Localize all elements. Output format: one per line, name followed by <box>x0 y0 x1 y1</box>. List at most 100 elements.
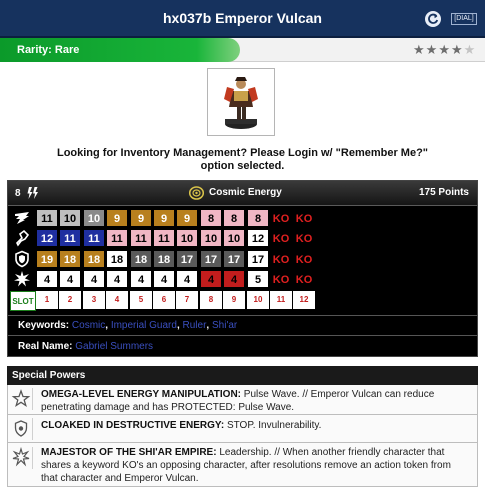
speed-wing-icon <box>13 209 31 227</box>
dial-card: 8 Cosmic Energy 175 Points SLOT 11 12 19… <box>7 180 478 357</box>
dial-click-column: 11 12 19 4 1 <box>36 209 59 309</box>
keyword-link-ruler[interactable]: Ruler <box>183 320 207 331</box>
keywords-row: Keywords: Cosmic, Imperial Guard, Ruler,… <box>8 315 477 335</box>
power-description: OMEGA-LEVEL ENERGY MANIPULATION: Pulse W… <box>41 388 469 414</box>
dial-value: KO <box>293 270 315 288</box>
dial-value: 10 <box>83 209 105 227</box>
dial-value: 4 <box>176 270 198 288</box>
dial-value: 18 <box>106 250 128 268</box>
dial-value: 4 <box>153 270 175 288</box>
cosmic-energy-icon <box>188 186 205 200</box>
real-name-row: Real Name: Gabriel Summers <box>8 335 477 356</box>
slot-number: 12 <box>293 291 315 309</box>
power-name: MAJESTOR OF THE SHI'AR EMPIRE: <box>41 447 217 458</box>
dial-value: 4 <box>130 270 152 288</box>
dial-value: 9 <box>153 209 175 227</box>
dial-click-column: 8 10 17 4 9 <box>223 209 246 309</box>
card-header: 8 Cosmic Energy 175 Points <box>8 181 477 206</box>
dial-value: 11 <box>83 229 105 247</box>
dial-value: KO <box>293 229 315 247</box>
star-icon: ★ <box>438 42 451 57</box>
title-bar: hx037b Emperor Vulcan [DIAL] <box>0 0 485 38</box>
burst-icon <box>11 446 33 469</box>
star-icon <box>11 388 33 410</box>
dial-value: 10 <box>200 229 222 247</box>
dial-value: 18 <box>130 250 152 268</box>
slot-number: 1 <box>36 291 58 309</box>
slot-label: SLOT <box>10 291 36 311</box>
dial-value: 17 <box>176 250 198 268</box>
attack-fist-icon <box>13 229 31 247</box>
dial-value: 18 <box>59 250 81 268</box>
dial-click-column: 8 10 17 4 8 <box>200 209 223 309</box>
shield-icon <box>11 418 33 440</box>
dial-value: 12 <box>247 229 269 247</box>
dial-value: 4 <box>106 270 128 288</box>
keyword-link-cosmic[interactable]: Cosmic <box>72 320 105 331</box>
dial-value: 8 <box>223 209 245 227</box>
star-icon: ★ <box>413 42 426 57</box>
dial-value: 5 <box>247 270 269 288</box>
team-name: Cosmic Energy <box>209 187 282 198</box>
dial-click-column: KO KO KO KO 11 <box>270 209 293 309</box>
rarity-label: Rarity: Rare <box>17 44 80 56</box>
dial-value: 10 <box>176 229 198 247</box>
dial-value: KO <box>293 250 315 268</box>
defense-shield-icon <box>13 250 31 268</box>
dial-value: 18 <box>153 250 175 268</box>
rarity-row: Rarity: Rare ★★★★★ <box>0 38 485 62</box>
dial-value: 17 <box>247 250 269 268</box>
page-title: hx037b Emperor Vulcan <box>163 10 322 26</box>
power-text: STOP. Invulnerability. <box>224 420 322 431</box>
power-row: OMEGA-LEVEL ENERGY MANIPULATION: Pulse W… <box>7 385 478 415</box>
power-row: CLOAKED IN DESTRUCTIVE ENERGY: STOP. Inv… <box>7 415 478 443</box>
figure-thumbnail[interactable] <box>207 68 275 136</box>
login-message: Looking for Inventory Management? Please… <box>56 147 429 172</box>
dial-value: 11 <box>153 229 175 247</box>
rating-stars: ★★★★★ <box>413 42 476 58</box>
keyword-link-imperial-guard[interactable]: Imperial Guard <box>111 320 177 331</box>
star-icon: ★ <box>450 42 464 57</box>
special-powers-header: Special Powers <box>7 366 478 385</box>
dial-value: 9 <box>176 209 198 227</box>
dial-value: 8 <box>247 209 269 227</box>
dial-value: KO <box>270 250 292 268</box>
dial-value: 10 <box>59 209 81 227</box>
refresh-icon[interactable] <box>425 11 441 27</box>
double-bolt-icon <box>26 186 40 200</box>
dial-value: 9 <box>106 209 128 227</box>
dial-click-column: 10 11 18 4 3 <box>83 209 106 309</box>
power-row: MAJESTOR OF THE SHI'AR EMPIRE: Leadershi… <box>7 443 478 487</box>
power-description: MAJESTOR OF THE SHI'AR EMPIRE: Leadershi… <box>41 446 469 485</box>
dial-value: 12 <box>36 229 58 247</box>
power-name: CLOAKED IN DESTRUCTIVE ENERGY: <box>41 420 225 431</box>
dial-value: 4 <box>200 270 222 288</box>
slot-number: 5 <box>130 291 152 309</box>
dial-value: 17 <box>223 250 245 268</box>
slot-number: 10 <box>247 291 269 309</box>
slot-number: 3 <box>83 291 105 309</box>
dial-value: 11 <box>130 229 152 247</box>
dial-click-column: 9 11 18 4 4 <box>106 209 129 309</box>
slot-number: 9 <box>223 291 245 309</box>
dial-click-column: 10 11 18 4 2 <box>59 209 82 309</box>
slot-number: 8 <box>200 291 222 309</box>
dial-click-column: KO KO KO KO 12 <box>293 209 316 309</box>
point-value: 175 Points <box>418 187 469 198</box>
dial-value: 10 <box>223 229 245 247</box>
dial-click-column: 9 11 18 4 6 <box>153 209 176 309</box>
slot-number: 6 <box>153 291 175 309</box>
dial-value: 11 <box>59 229 81 247</box>
star-icon: ★ <box>425 42 439 57</box>
dial-click-column: 9 10 17 4 7 <box>176 209 199 309</box>
power-name: OMEGA-LEVEL ENERGY MANIPULATION: <box>41 389 242 400</box>
dial-value: 4 <box>36 270 58 288</box>
dial-value: 4 <box>223 270 245 288</box>
dial-value: 19 <box>36 250 58 268</box>
dial-value: 8 <box>200 209 222 227</box>
keyword-link-shiar[interactable]: Shi'ar <box>212 320 237 331</box>
slot-number: 7 <box>176 291 198 309</box>
dial-link[interactable]: [DIAL] <box>451 13 477 25</box>
dial-value: KO <box>270 229 292 247</box>
real-name-link[interactable]: Gabriel Summers <box>75 341 153 352</box>
